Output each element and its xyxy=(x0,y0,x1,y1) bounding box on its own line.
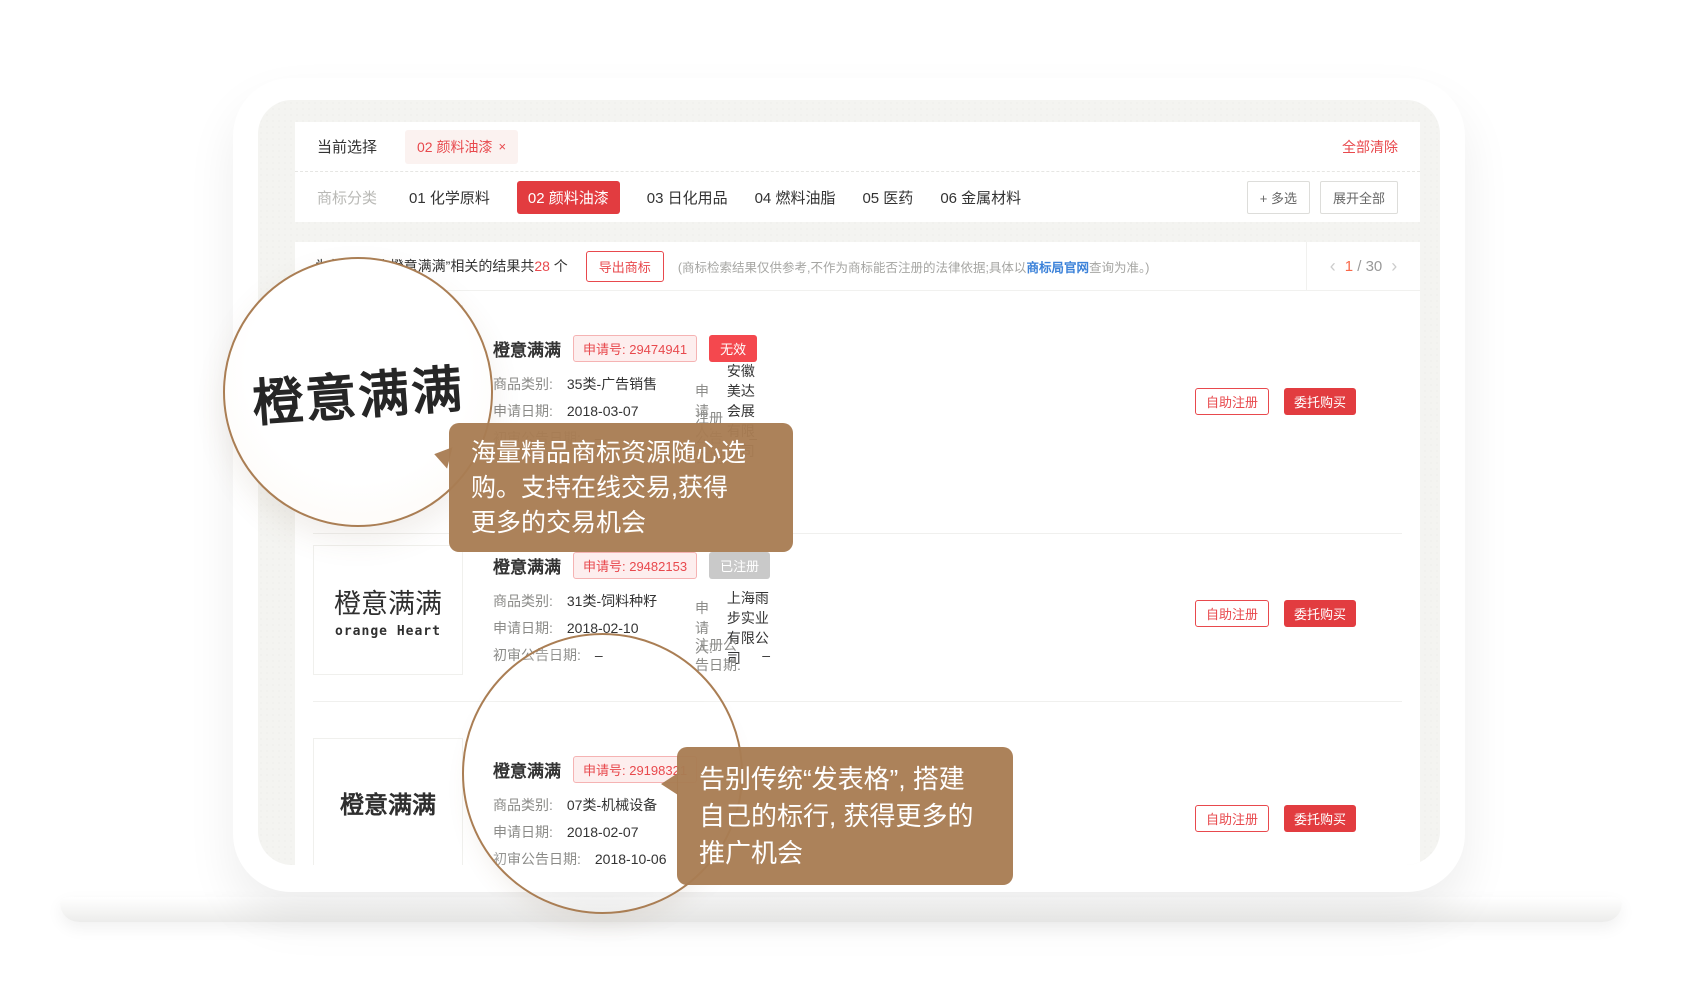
filter-panel: 当前选择 02 颜料油漆 × 全部清除 商标分类 01 化学原料 02 颜料油漆… xyxy=(295,122,1420,222)
tooltip-line: 自己的标行, 获得更多的 xyxy=(699,798,991,835)
trademark-mark-text: 橙意满满 xyxy=(334,582,442,621)
results-disclaimer: (商标检索结果仅供参考,不作为商标能否注册的法律依据;具体以商标局官网查询为准。… xyxy=(678,257,1150,276)
field-label: 注册公告日期: xyxy=(695,635,748,675)
tab-category-01[interactable]: 01 化学原料 xyxy=(409,187,490,208)
total-pages: 30 xyxy=(1366,258,1383,275)
current-page: 1 xyxy=(1345,258,1353,275)
laptop-base xyxy=(60,897,1622,922)
pagination: ‹ 1 / 30 › xyxy=(1306,242,1420,290)
application-number-badge: 申请号: 29482153 xyxy=(573,552,697,579)
clear-all-button[interactable]: 全部清除 xyxy=(1342,137,1398,157)
remove-filter-icon[interactable]: × xyxy=(498,139,506,154)
tab-category-04[interactable]: 04 燃料油脂 xyxy=(755,187,836,208)
tab-category-03[interactable]: 03 日化用品 xyxy=(647,187,728,208)
results-header: 为您检索到“橙意满满”相关的结果共28 个 导出商标 (商标检索结果仅供参考,不… xyxy=(295,242,1420,291)
tooltip-line: 告别传统“发表格”, 搭建 xyxy=(699,761,991,798)
category-tabs: 01 化学原料 02 颜料油漆 03 日化用品 04 燃料油脂 05 医药 06… xyxy=(409,181,1021,214)
category-label: 商标分类 xyxy=(317,187,377,208)
magnified-mark-text: 橙意满满 xyxy=(250,348,467,437)
category-actions: + 多选 展开全部 xyxy=(1247,181,1398,214)
field-label: 申请日期: xyxy=(493,401,553,421)
tooltip-line: 海量精品商标资源随心选 xyxy=(471,436,771,471)
page-separator: / xyxy=(1357,258,1361,275)
tooltip-promotion: 告别传统“发表格”, 搭建 自己的标行, 获得更多的 推广机会 xyxy=(677,747,1013,885)
tooltip-line: 推广机会 xyxy=(699,835,991,872)
field-value: 31类-饲料种籽 xyxy=(567,591,657,611)
self-register-button[interactable]: 自助注册 xyxy=(1195,388,1269,415)
tooltip-marketplace: 海量精品商标资源随心选 购。支持在线交易,获得 更多的交易机会 xyxy=(449,423,793,552)
tooltip-arrow xyxy=(661,773,678,795)
result-actions-3: 自助注册 委托购买 xyxy=(1195,805,1356,832)
self-register-button[interactable]: 自助注册 xyxy=(1195,600,1269,627)
trademark-search-screenshot: 当前选择 02 颜料油漆 × 全部清除 商标分类 01 化学原料 02 颜料油漆… xyxy=(0,0,1696,1002)
result-actions-2: 自助注册 委托购买 xyxy=(1195,600,1356,627)
field-label: 商品类别: xyxy=(493,591,553,611)
next-page-icon[interactable]: › xyxy=(1391,257,1397,275)
entrusted-purchase-button[interactable]: 委托购买 xyxy=(1284,805,1356,832)
disclaimer-text-tail: 查询为准。) xyxy=(1089,261,1149,275)
result-title: 橙意满满 xyxy=(493,336,561,361)
application-number-badge: 申请号: 29474941 xyxy=(573,335,697,362)
trademark-mark-subtext: orange Heart xyxy=(335,624,441,639)
field-value: 2018-03-07 xyxy=(567,403,639,419)
tab-category-06[interactable]: 06 金属材料 xyxy=(940,187,1021,208)
prev-page-icon[interactable]: ‹ xyxy=(1330,257,1336,275)
trademark-image-3: 橙意满满 xyxy=(313,738,463,865)
entrusted-purchase-button[interactable]: 委托购买 xyxy=(1284,600,1356,627)
category-row: 商标分类 01 化学原料 02 颜料油漆 03 日化用品 04 燃料油脂 05 … xyxy=(295,172,1420,222)
field-label: 商品类别: xyxy=(493,374,553,394)
export-trademarks-button[interactable]: 导出商标 xyxy=(586,251,664,282)
selected-filter-chip[interactable]: 02 颜料油漆 × xyxy=(405,130,518,164)
tab-category-05[interactable]: 05 医药 xyxy=(862,187,913,208)
field-label: 申请日期: xyxy=(493,618,553,638)
result-actions-1: 自助注册 委托购买 xyxy=(1195,388,1356,415)
trademark-office-link[interactable]: 商标局官网 xyxy=(1026,261,1089,275)
multi-select-button[interactable]: + 多选 xyxy=(1247,181,1310,214)
tooltip-line: 更多的交易机会 xyxy=(471,506,771,541)
trademark-image-2: 橙意满满 orange Heart xyxy=(313,545,463,675)
result-row-2: 橙意满满 orange Heart 橙意满满 申请号: 29482153 已注册… xyxy=(295,533,1420,701)
selected-filter-chip-label: 02 颜料油漆 xyxy=(417,137,492,157)
status-badge-invalid: 无效 xyxy=(709,335,757,362)
result-title: 橙意满满 xyxy=(493,553,561,578)
results-count: 28 xyxy=(534,258,550,274)
results-summary-suffix: 个 xyxy=(550,258,568,274)
tab-category-02-selected[interactable]: 02 颜料油漆 xyxy=(517,181,620,214)
status-badge-registered: 已注册 xyxy=(709,552,770,579)
field-value: 35类-广告销售 xyxy=(567,374,657,394)
entrusted-purchase-button[interactable]: 委托购买 xyxy=(1284,388,1356,415)
current-selection-row: 当前选择 02 颜料油漆 × 全部清除 xyxy=(295,122,1420,172)
expand-all-button[interactable]: 展开全部 xyxy=(1320,181,1398,214)
disclaimer-text: (商标检索结果仅供参考,不作为商标能否注册的法律依据;具体以 xyxy=(678,261,1027,275)
field-value: – xyxy=(762,647,770,663)
current-selection-label: 当前选择 xyxy=(317,136,377,157)
trademark-mark-text: 橙意满满 xyxy=(340,785,436,820)
self-register-button[interactable]: 自助注册 xyxy=(1195,805,1269,832)
tooltip-line: 购。支持在线交易,获得 xyxy=(471,471,771,506)
